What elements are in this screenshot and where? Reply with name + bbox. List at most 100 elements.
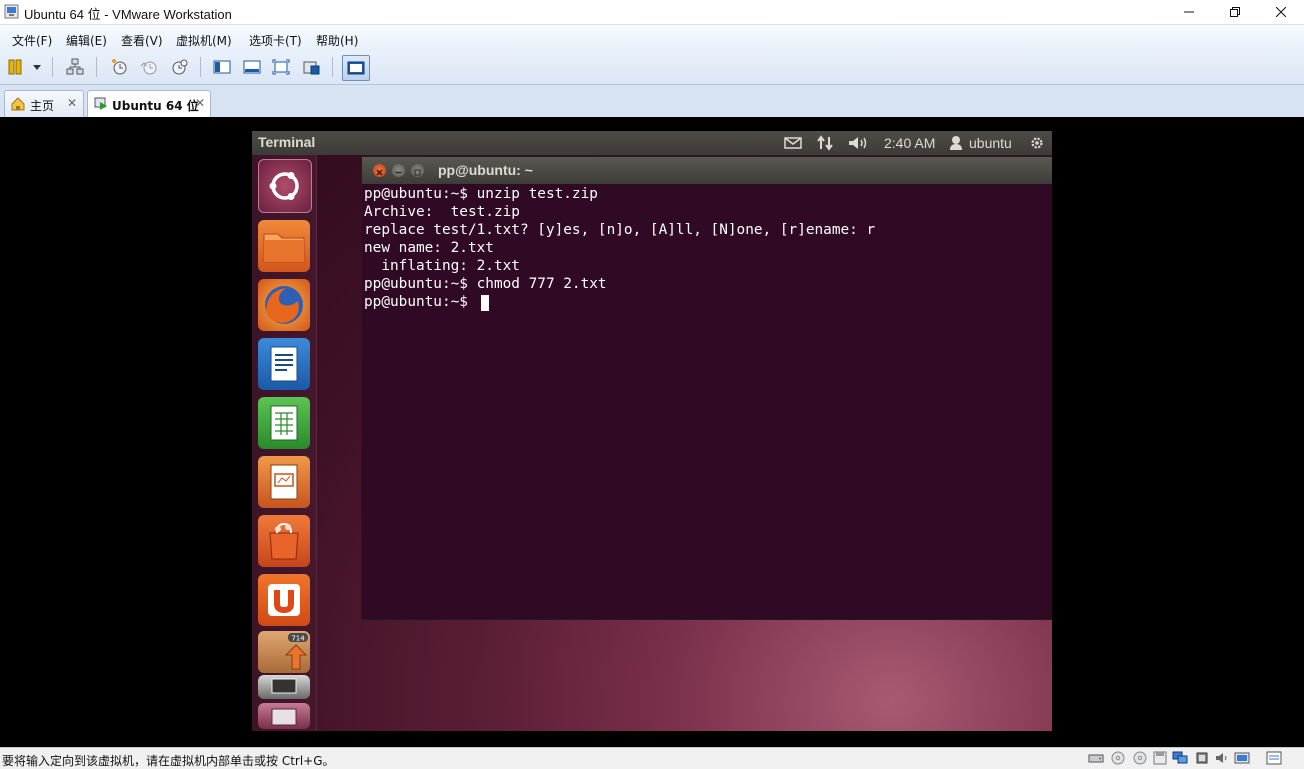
status-message: 要将输入定向到该虚拟机，请在虚拟机内部单击或按 Ctrl+G。 [2,754,335,768]
network-icon [66,58,84,75]
close-button[interactable] [1258,0,1304,24]
terminal-line: pp@ubuntu:~$ unzip test.zip [364,186,598,202]
restore-button[interactable] [1212,0,1258,24]
show-library-button[interactable] [211,57,233,77]
calc-icon[interactable] [258,397,310,449]
terminal-line: replace test/1.txt? [y]es, [n]o, [A]ll, … [364,222,876,238]
terminal-maximize-button[interactable] [411,164,424,177]
snapshot-icon [112,59,127,75]
menu-edit[interactable]: 编辑(E) [66,32,107,49]
terminal-window[interactable]: pp@ubuntu: ~ pp@ubuntu:~$ unzip test.zip… [361,156,1052,620]
trash-icon[interactable] [258,703,310,729]
display-icon[interactable] [1234,751,1250,765]
panel-app-title: Terminal [258,134,316,150]
window-title: Ubuntu 64 位 - VMware Workstation [24,7,232,22]
library-view-icon [213,60,231,74]
mail-icon[interactable] [784,135,802,151]
menu-bar: 文件(F) 编辑(E) 查看(V) 虚拟机(M) 选项卡(T) 帮助(H) [0,25,1304,51]
unity-launcher: 714 [252,155,317,731]
tab-close-icon[interactable]: ✕ [67,96,77,110]
menu-tabs[interactable]: 选项卡(T) [249,32,302,49]
document-icon [270,346,298,382]
revert-snapshot-button[interactable] [138,57,160,77]
tab-bar: 主页 ✕ Ubuntu 64 位 ✕ [0,85,1304,117]
trash-can-icon [271,708,297,726]
terminal-title: pp@ubuntu: ~ [438,162,533,178]
impress-icon[interactable] [258,456,310,508]
thumbnail-bar-button[interactable] [241,57,263,77]
floppy-icon[interactable] [1132,751,1148,765]
user-icon [950,136,962,150]
menu-vm[interactable]: 虚拟机(M) [176,32,232,49]
gear-icon[interactable] [1028,135,1046,151]
minimize-icon [395,171,402,174]
toolbar-separator [52,57,53,77]
toolbar [0,51,1304,85]
presentation-icon [270,464,298,500]
vmware-app-icon [4,4,19,19]
terminal-minimize-button[interactable] [392,164,405,177]
update-manager-icon[interactable]: 714 [258,631,310,673]
workspace-grid-icon [271,678,297,694]
menu-help[interactable]: 帮助(H) [316,32,358,49]
menu-file[interactable]: 文件(F) [12,32,52,49]
usb-device-icon[interactable] [1194,751,1210,765]
hard-disk-icon[interactable] [1088,751,1104,765]
message-log-icon[interactable] [1266,751,1282,765]
terminal-line: inflating: 2.txt [364,258,520,274]
terminal-output[interactable]: pp@ubuntu:~$ unzip test.zip Archive: tes… [362,184,1052,619]
tab-home[interactable]: 主页 ✕ [4,90,84,117]
terminal-close-button[interactable] [373,164,386,177]
toolbar-separator [96,57,97,77]
tab-close-icon[interactable]: ✕ [195,96,205,110]
panel-username[interactable]: ubuntu [969,135,1012,151]
guest-screen[interactable]: Terminal 2:40 AM ubuntu 714 pp@ubuntu: ~… [252,131,1052,731]
unity-button[interactable] [301,57,323,77]
tab-ubuntu[interactable]: Ubuntu 64 位 ✕ [87,90,211,117]
host-title-bar: Ubuntu 64 位 - VMware Workstation [0,0,1304,25]
network-arrows-icon[interactable] [816,135,834,151]
close-icon [1276,7,1286,17]
revert-icon [140,61,157,75]
panel-clock[interactable]: 2:40 AM [884,135,935,151]
console-view-icon [347,61,365,75]
status-bar: 要将输入定向到该虚拟机，请在虚拟机内部单击或按 Ctrl+G。 [0,747,1304,769]
toolbar-separator [200,57,201,77]
disk-icon[interactable] [1152,751,1168,765]
firefox-icon[interactable] [258,279,310,331]
toolbar-separator [332,57,333,77]
sound-card-icon[interactable] [1214,751,1230,765]
thumbnail-view-icon [243,60,261,74]
snapshot-manager-button[interactable] [168,57,190,77]
tab-home-label: 主页 [30,99,55,113]
files-icon[interactable] [258,220,310,272]
volume-icon[interactable] [848,135,870,151]
folder-icon [263,233,305,263]
snapshot-manager-icon [172,59,188,75]
terminal-titlebar[interactable]: pp@ubuntu: ~ [362,157,1052,184]
minimize-button[interactable] [1166,0,1212,24]
tab-ubuntu-label: Ubuntu 64 位 [112,99,199,113]
firefox-logo-icon [265,286,303,324]
suspend-button[interactable] [6,57,42,77]
console-view-button[interactable] [342,55,370,81]
full-screen-button[interactable] [270,57,292,77]
dash-home-icon[interactable] [258,159,312,213]
software-center-icon[interactable] [258,515,310,567]
send-ctrl-alt-del-button[interactable] [64,57,86,77]
unity-icon [303,61,320,75]
writer-icon[interactable] [258,338,310,390]
ubuntu-one-logo-icon [268,584,300,616]
network-adapter-icon[interactable] [1172,751,1188,765]
ubuntu-top-panel: Terminal 2:40 AM ubuntu [252,131,1052,155]
take-snapshot-button[interactable] [108,57,130,77]
cd-dvd-icon[interactable] [1110,751,1126,765]
ubuntu-one-icon[interactable] [258,574,310,626]
update-icon: 714 [284,633,308,670]
menu-view[interactable]: 查看(V) [121,32,163,49]
ubuntu-logo-icon [269,172,299,200]
spreadsheet-icon [270,405,298,441]
terminal-line: new name: 2.txt [364,240,494,256]
workspaces-icon[interactable] [258,675,310,699]
terminal-line: Archive: test.zip [364,204,520,220]
